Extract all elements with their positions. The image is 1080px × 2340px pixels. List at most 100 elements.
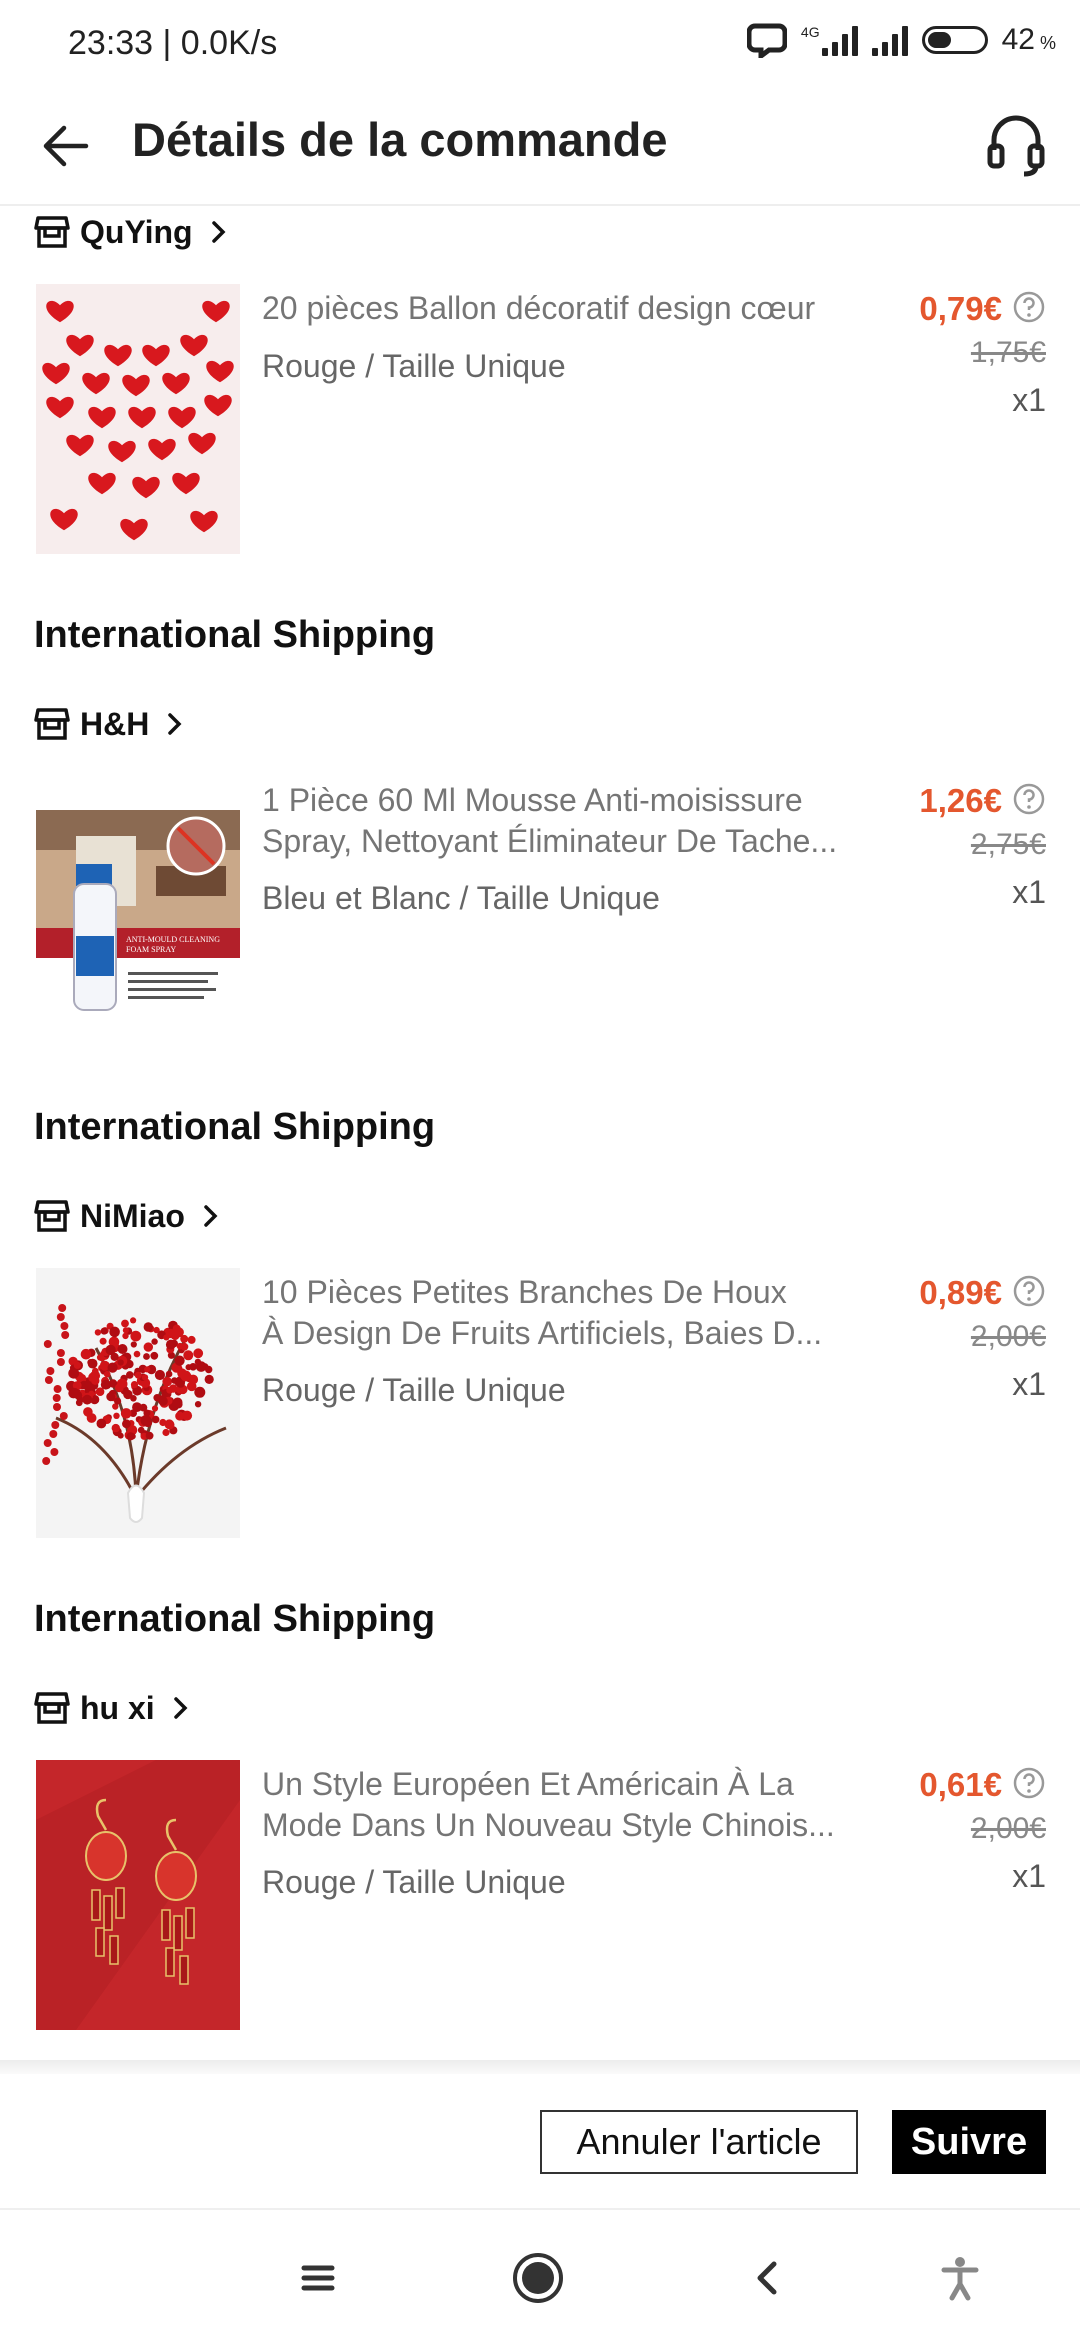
- product-title[interactable]: 20 pièces Ballon décoratif design cœur: [262, 288, 882, 329]
- red-heart-balloons-image: [42, 300, 234, 541]
- store-link-hh[interactable]: H&H: [34, 702, 187, 746]
- heart-balloon: [162, 372, 190, 395]
- berry: [59, 1412, 68, 1420]
- berry: [61, 1331, 70, 1339]
- heart-balloon: [122, 374, 150, 397]
- question-circle-icon[interactable]: [1012, 782, 1046, 816]
- berry: [83, 1407, 93, 1417]
- battery-icon: [921, 26, 988, 54]
- original-price: 2,75€: [970, 828, 1046, 861]
- home-icon[interactable]: [510, 2250, 566, 2306]
- product-image-lantern-earrings[interactable]: [36, 1760, 240, 2030]
- berry: [68, 1367, 80, 1379]
- berry: [151, 1405, 159, 1412]
- berry: [82, 1394, 93, 1405]
- heart-balloon: [50, 508, 78, 531]
- back-icon[interactable]: [740, 2250, 796, 2306]
- question-circle-icon[interactable]: [1012, 290, 1046, 324]
- berry: [162, 1376, 172, 1387]
- heart-balloon: [82, 372, 110, 395]
- berry: [122, 1332, 129, 1340]
- original-price: 1,75€: [970, 336, 1046, 369]
- product-price: 0,61€: [919, 1766, 1002, 1803]
- original-price: 2,00€: [970, 1812, 1046, 1845]
- store-icon: [34, 1692, 70, 1724]
- berry: [164, 1419, 175, 1430]
- product-image-heart-balloons[interactable]: [36, 284, 240, 554]
- berry: [100, 1327, 108, 1335]
- product-quantity: x1: [1012, 382, 1046, 418]
- product-quantity: x1: [1012, 1858, 1046, 1894]
- berry: [107, 1362, 118, 1373]
- product-image-berry-branches[interactable]: [36, 1268, 240, 1538]
- berry: [49, 1430, 58, 1438]
- product-item[interactable]: ANTI-MOULD CLEANING FOAM SPRAY 1 Pièce 6…: [0, 776, 1080, 1048]
- berry: [103, 1381, 112, 1389]
- order-details-content: QuYing 20 pièces Ballon décoratif design…: [0, 206, 1080, 2061]
- berry: [91, 1396, 99, 1404]
- berry: [44, 1376, 53, 1384]
- berry: [120, 1408, 132, 1419]
- heart-balloon: [66, 434, 94, 457]
- berry: [50, 1448, 59, 1456]
- berry: [151, 1415, 160, 1424]
- store-link-quying[interactable]: QuYing: [34, 210, 231, 254]
- berry: [143, 1353, 150, 1360]
- cancel-item-button[interactable]: Annuler l'article: [540, 2110, 858, 2174]
- product-price: 0,79€: [919, 290, 1002, 327]
- product-item[interactable]: 20 pièces Ballon décoratif design cœur R…: [0, 284, 1080, 556]
- berry: [205, 1365, 213, 1374]
- chat-notification-icon: [746, 23, 787, 58]
- berry: [96, 1354, 104, 1361]
- berry: [150, 1351, 159, 1360]
- store-name: hu xi: [80, 1689, 155, 1726]
- berry: [96, 1418, 107, 1429]
- berry: [43, 1439, 52, 1447]
- store-link-huxi[interactable]: hu xi: [34, 1686, 193, 1730]
- status-bar: 23:33 | 0.0K/s 4G 42 %: [0, 0, 1080, 88]
- anti-mould-spray-image: ANTI-MOULD CLEANING FOAM SPRAY: [36, 810, 240, 1046]
- berry: [162, 1428, 170, 1437]
- question-circle-icon[interactable]: [1012, 1274, 1046, 1308]
- back-arrow-icon[interactable]: [36, 116, 96, 176]
- berry: [117, 1344, 128, 1354]
- red-lantern-earrings-image: [36, 1760, 240, 2030]
- product-item[interactable]: 10 Pièces Petites Branches De Houx À Des…: [0, 1268, 1080, 1540]
- menu-icon[interactable]: [290, 2250, 346, 2306]
- berry: [120, 1381, 127, 1388]
- product-title[interactable]: 10 Pièces Petites Branches De Houx À Des…: [262, 1272, 882, 1354]
- berry: [46, 1367, 55, 1375]
- berry: [174, 1355, 185, 1366]
- status-time: 23:33 | 0.0K/s: [68, 24, 278, 62]
- section-title-shipping: International Shipping: [34, 1598, 436, 1640]
- heart-balloon: [190, 510, 218, 533]
- berry: [58, 1304, 67, 1312]
- product-variant: Rouge / Taille Unique: [262, 348, 566, 384]
- heart-balloon: [46, 300, 74, 323]
- track-button[interactable]: Suivre: [892, 2110, 1046, 2174]
- berry: [51, 1421, 60, 1429]
- berry: [109, 1326, 120, 1338]
- product-variant: Rouge / Taille Unique: [262, 1864, 566, 1900]
- accessibility-icon[interactable]: [932, 2250, 988, 2306]
- order-action-bar: Annuler l'article Suivre: [0, 2074, 1080, 2210]
- headset-icon[interactable]: [984, 110, 1048, 180]
- product-title[interactable]: 1 Pièce 60 Ml Mousse Anti-moisissure Spr…: [262, 780, 882, 862]
- heart-balloon: [188, 432, 216, 455]
- berry: [122, 1327, 129, 1334]
- product-price: 0,89€: [919, 1274, 1002, 1311]
- berry: [194, 1358, 202, 1366]
- spray-caption-line2: FOAM SPRAY: [126, 945, 176, 954]
- store-link-nimiao[interactable]: NiMiao: [34, 1194, 223, 1238]
- product-title[interactable]: Un Style Européen Et Américain À La Mode…: [262, 1764, 882, 1846]
- heart-balloon: [46, 396, 74, 419]
- berry: [141, 1374, 149, 1381]
- store-icon: [34, 1200, 70, 1232]
- berry: [194, 1386, 206, 1398]
- heart-balloon: [128, 406, 156, 429]
- berry: [183, 1350, 194, 1361]
- berry: [94, 1329, 102, 1336]
- product-image-mould-spray[interactable]: ANTI-MOULD CLEANING FOAM SPRAY: [36, 776, 240, 1046]
- product-item[interactable]: Un Style Européen Et Américain À La Mode…: [0, 1760, 1080, 2032]
- question-circle-icon[interactable]: [1012, 1766, 1046, 1800]
